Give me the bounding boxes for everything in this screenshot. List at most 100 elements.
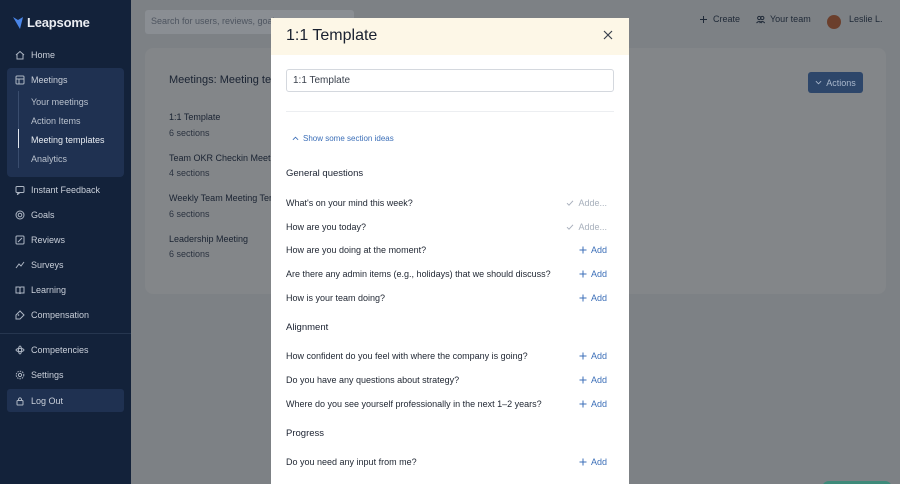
compensation-icon	[15, 310, 25, 320]
question-text: Do you need any input from me?	[286, 457, 417, 467]
add-label: Add	[590, 375, 607, 385]
team-icon	[756, 15, 765, 23]
feedback-icon	[15, 186, 25, 195]
plus-icon	[579, 246, 587, 254]
sidebar-sub-action-items[interactable]: Action Items	[18, 111, 81, 130]
sidebar-item-label: Log Out	[31, 395, 64, 406]
check-icon	[567, 200, 574, 206]
add-question-button[interactable]: Add	[579, 399, 607, 409]
question-text: How are you today?	[286, 222, 367, 232]
avatar[interactable]	[827, 15, 841, 29]
create-button[interactable]: Create	[699, 14, 740, 24]
modal-title: 1:1 Template	[286, 27, 378, 44]
sidebar-item-competencies[interactable]: Competencies	[7, 339, 124, 361]
home-icon	[15, 50, 25, 60]
template-sections: 6 sections	[169, 209, 210, 219]
sidebar-item-logout[interactable]: Log Out	[7, 389, 124, 412]
sidebar-item-label: Learning	[31, 285, 67, 295]
sidebar-item-settings[interactable]: Settings	[7, 364, 124, 386]
add-question-button[interactable]: Add	[579, 457, 607, 467]
actions-label: Actions	[826, 77, 856, 88]
question-text: Do you have any questions about strategy…	[286, 375, 460, 385]
check-icon	[567, 224, 574, 230]
template-name[interactable]: Team OKR Checkin Meeting	[169, 153, 283, 163]
added-label: Adde...	[578, 222, 607, 232]
add-label: Add	[590, 351, 607, 361]
add-label: Add	[590, 457, 607, 467]
question-text: Where do you see yourself professionally…	[286, 399, 542, 409]
logout-icon	[16, 396, 24, 405]
template-name-input[interactable]	[286, 69, 614, 92]
add-label: Add	[590, 293, 607, 303]
plus-icon	[579, 294, 587, 302]
sidebar-sub-analytics[interactable]: Analytics	[18, 149, 67, 168]
section-heading: Progress	[286, 428, 325, 439]
user-name[interactable]: Leslie L.	[849, 14, 883, 24]
sidebar-item-label: Instant Feedback	[31, 185, 101, 195]
sidebar-item-label: Meetings	[31, 75, 68, 85]
question-text: How is your team doing?	[286, 293, 386, 303]
show-section-ideas-link[interactable]: Show some section ideas	[292, 134, 394, 143]
modal-header: 1:1 Template	[271, 18, 629, 55]
add-label: Add	[590, 269, 607, 279]
sidebar-item-compensation[interactable]: Compensation	[7, 304, 124, 326]
sidebar-item-label: Compensation	[31, 310, 90, 320]
plus-icon	[700, 15, 707, 23]
reviews-icon	[15, 235, 25, 245]
plus-icon	[579, 376, 587, 384]
sidebar-item-label: Home	[31, 50, 56, 60]
settings-icon	[15, 370, 25, 380]
create-label: Create	[713, 14, 741, 24]
sidebar-item-label: Surveys	[31, 260, 64, 270]
sidebar: Leapsome Home Meetings Your meetings Act…	[0, 0, 131, 484]
actions-button[interactable]: Actions	[808, 72, 863, 93]
plus-icon	[579, 458, 587, 466]
chevron-up-icon	[292, 136, 299, 141]
template-name[interactable]: Leadership Meeting	[169, 234, 248, 244]
chevron-down-icon	[815, 80, 822, 85]
template-name[interactable]: 1:1 Template	[169, 112, 220, 122]
sidebar-item-label: Goals	[31, 210, 55, 220]
sidebar-item-learning[interactable]: Learning	[7, 279, 124, 301]
sidebar-divider	[0, 333, 131, 334]
plus-icon	[579, 352, 587, 360]
sidebar-sub-meeting-templates[interactable]: Meeting templates	[18, 130, 105, 149]
sidebar-item-label: Settings	[31, 370, 64, 380]
question-text: Are there any admin items (e.g., holiday…	[286, 269, 551, 279]
template-modal: 1:1 Template Show some section ideas Gen…	[271, 18, 629, 484]
add-label: Add	[590, 399, 607, 409]
sidebar-item-meetings[interactable]: Meetings	[7, 69, 124, 91]
sidebar-item-reviews[interactable]: Reviews	[7, 229, 124, 251]
add-question-button[interactable]: Add	[579, 351, 607, 361]
section-heading: Alignment	[286, 322, 329, 333]
brand-logo[interactable]: Leapsome	[12, 15, 90, 30]
learning-icon	[15, 286, 25, 295]
plus-icon	[579, 270, 587, 278]
sidebar-item-surveys[interactable]: Surveys	[7, 254, 124, 276]
question-text: How are you doing at the moment?	[286, 245, 427, 255]
sidebar-item-goals[interactable]: Goals	[7, 204, 124, 226]
surveys-icon	[15, 261, 25, 269]
add-question-button[interactable]: Add	[579, 245, 607, 255]
template-sections: 6 sections	[169, 249, 210, 259]
divider	[286, 111, 614, 112]
add-question-button[interactable]: Add	[579, 375, 607, 385]
meetings-icon	[15, 75, 25, 85]
add-question-button[interactable]: Add	[579, 269, 607, 279]
your-team-label: Your team	[770, 14, 811, 24]
added-label: Adde...	[578, 198, 607, 208]
sidebar-item-label: Reviews	[31, 235, 66, 245]
added-indicator: Adde...	[566, 198, 607, 208]
leapsome-logo-icon	[13, 16, 23, 29]
template-sections: 6 sections	[169, 128, 210, 138]
section-heading: General questions	[286, 168, 364, 179]
close-icon[interactable]	[603, 30, 613, 40]
sidebar-item-instant-feedback[interactable]: Instant Feedback	[7, 179, 124, 201]
add-label: Add	[590, 245, 607, 255]
goals-icon	[15, 210, 25, 220]
ideas-label: Show some section ideas	[303, 134, 394, 143]
add-question-button[interactable]: Add	[579, 293, 607, 303]
sidebar-item-home[interactable]: Home	[7, 44, 124, 66]
sidebar-sub-your-meetings[interactable]: Your meetings	[18, 92, 88, 111]
your-team-button[interactable]: Your team	[756, 14, 811, 24]
